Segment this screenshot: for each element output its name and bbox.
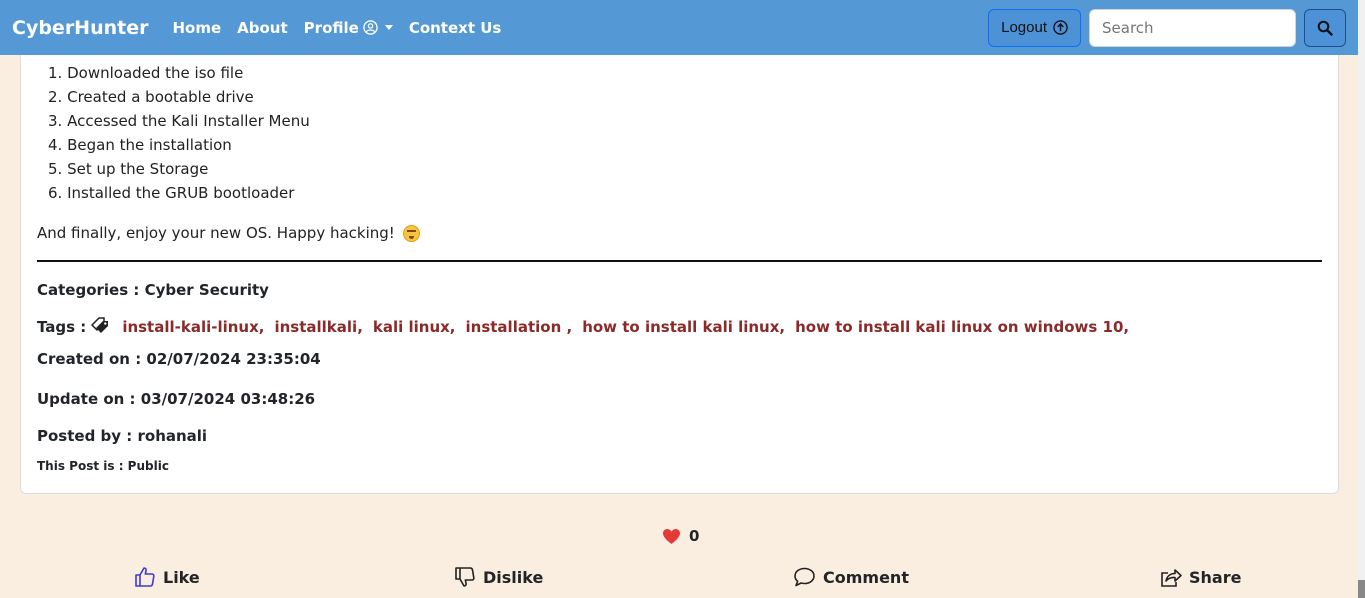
- nav-home[interactable]: Home: [172, 19, 221, 37]
- nav-context-us[interactable]: Context Us: [409, 19, 502, 37]
- search-input[interactable]: [1089, 8, 1296, 47]
- tag-link[interactable]: kali linux,: [373, 318, 456, 336]
- arrow-up-circle-icon: [1053, 20, 1068, 35]
- updated-date: Update on : 03/07/2024 03:48:26: [37, 390, 316, 408]
- closing-text: And finally, enjoy your new OS. Happy ha…: [37, 224, 395, 242]
- install-steps-list: 1. Downloaded the iso file 2. Created a …: [48, 63, 310, 207]
- tag-link[interactable]: how to install kali linux,: [582, 318, 785, 336]
- search-icon: [1317, 20, 1333, 36]
- tag-link[interactable]: installation ,: [466, 318, 573, 336]
- logout-button[interactable]: Logout: [988, 8, 1081, 47]
- chevron-down-icon: [384, 25, 393, 30]
- navbar: CyberHunter Home About Profile Context U…: [0, 0, 1358, 55]
- list-item: 2. Created a bootable drive: [48, 88, 254, 106]
- tags-label: Tags :: [37, 318, 87, 336]
- list-item: 6. Installed the GRUB bootloader: [48, 184, 295, 202]
- smiley-emoji-icon: [402, 224, 420, 242]
- created-date: Created on : 02/07/2024 23:35:04: [37, 350, 321, 368]
- user-circle-icon: [363, 20, 378, 35]
- search-button[interactable]: [1304, 8, 1346, 47]
- list-item: 1. Downloaded the iso file: [48, 64, 244, 82]
- tags-row: Tags : install-kali-linux, installkali, …: [37, 317, 1129, 337]
- scrollbar-thumb[interactable]: [1358, 580, 1365, 598]
- thumbs-up-icon: [135, 567, 155, 587]
- dislike-button[interactable]: Dislike: [453, 565, 543, 589]
- post-visibility: This Post is : Public: [37, 459, 169, 473]
- nav-about[interactable]: About: [237, 19, 288, 37]
- closing-paragraph: And finally, enjoy your new OS. Happy ha…: [37, 224, 420, 242]
- comment-button[interactable]: Comment: [792, 565, 909, 589]
- page-scrollbar[interactable]: [1358, 0, 1365, 598]
- like-button[interactable]: Like: [133, 565, 200, 589]
- likes-count: 0: [689, 527, 700, 545]
- nav-profile-dropdown[interactable]: Profile: [304, 19, 393, 37]
- thumbs-down-icon: [455, 567, 475, 587]
- logout-label: Logout: [1001, 19, 1047, 36]
- share-icon: [1161, 569, 1182, 587]
- likes-counter: 0: [662, 527, 699, 545]
- like-label: Like: [163, 567, 200, 587]
- share-label: Share: [1189, 567, 1242, 587]
- list-item: 3. Accessed the Kali Installer Menu: [48, 112, 310, 130]
- list-item: 4. Began the installation: [48, 136, 232, 154]
- divider: [37, 260, 1322, 262]
- categories: Categories : Cyber Security: [37, 281, 269, 299]
- brand-logo[interactable]: CyberHunter: [12, 17, 148, 39]
- tag-link[interactable]: installkali,: [274, 318, 362, 336]
- tag-link[interactable]: install-kali-linux,: [122, 318, 264, 336]
- tags-icon: [91, 317, 109, 333]
- heart-icon: [663, 528, 680, 544]
- dislike-label: Dislike: [483, 567, 544, 587]
- nav-profile-label: Profile: [303, 18, 359, 37]
- tag-link[interactable]: how to install kali linux on windows 10,: [795, 318, 1129, 336]
- share-button[interactable]: Share: [1159, 565, 1241, 589]
- comment-label: Comment: [823, 567, 909, 587]
- comment-icon: [794, 567, 815, 587]
- posted-by: Posted by : rohanali: [37, 427, 208, 445]
- list-item: 5. Set up the Storage: [48, 160, 209, 178]
